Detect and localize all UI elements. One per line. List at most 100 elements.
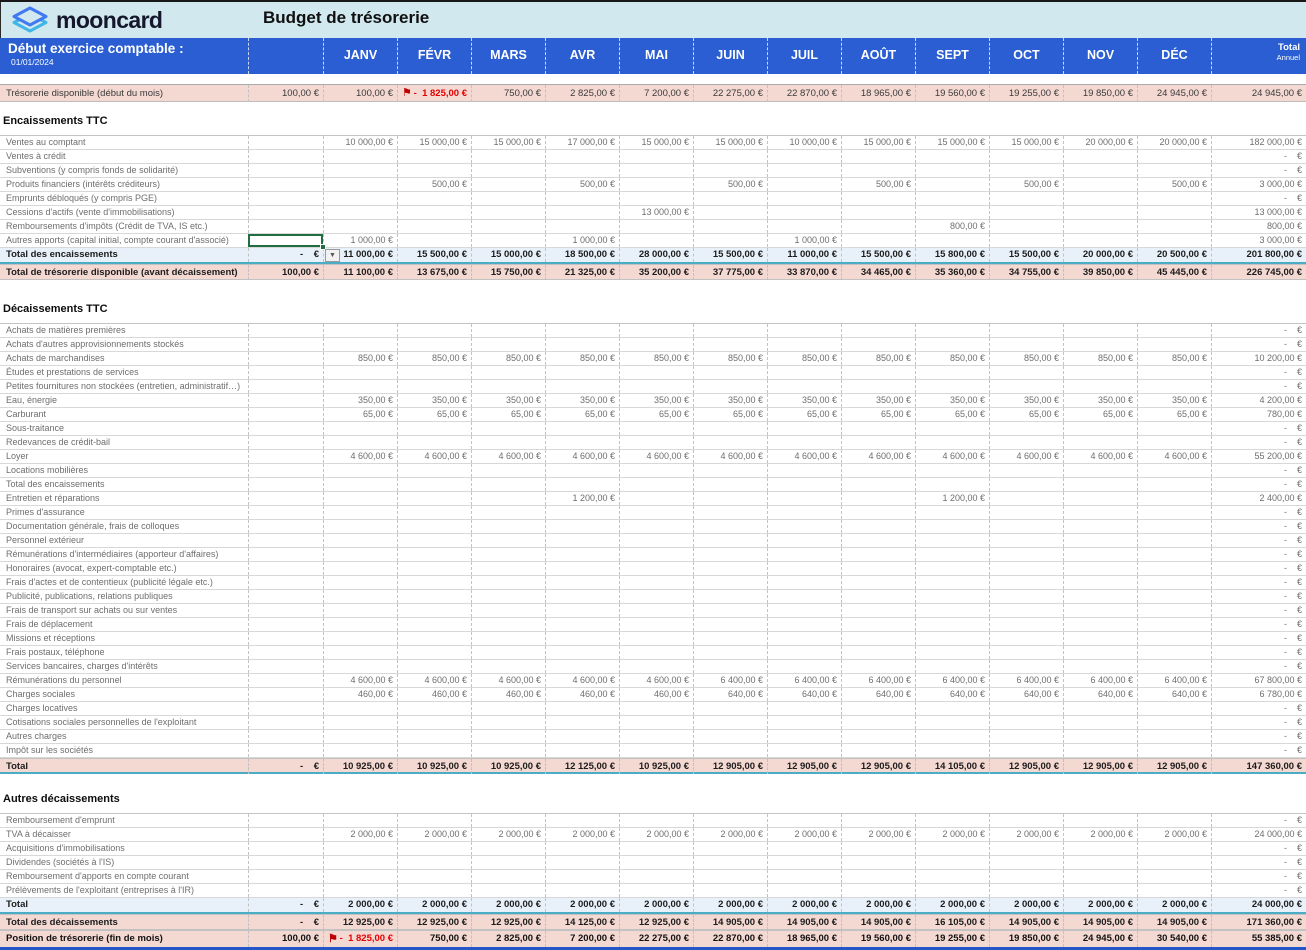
value-cell[interactable] xyxy=(841,234,915,247)
value-cell[interactable]: 12 905,00 € xyxy=(693,759,767,774)
value-cell[interactable] xyxy=(767,576,841,589)
value-cell[interactable] xyxy=(1137,234,1211,247)
value-cell[interactable] xyxy=(619,164,693,177)
value-cell[interactable]: 4 600,00 € xyxy=(619,450,693,463)
row-label-cell[interactable]: Acquisitions d'immobilisations xyxy=(0,842,248,855)
value-cell[interactable]: 4 600,00 € xyxy=(545,450,619,463)
dropdown-button[interactable]: ▼ xyxy=(325,249,340,262)
value-cell[interactable]: 4 600,00 € xyxy=(1137,450,1211,463)
value-cell[interactable] xyxy=(841,520,915,533)
row-label-cell[interactable]: Total xyxy=(0,898,248,912)
value-cell[interactable]: 15 500,00 € xyxy=(397,248,471,262)
column-header-6[interactable]: JUIN xyxy=(693,38,767,74)
value-cell[interactable] xyxy=(545,562,619,575)
value-cell[interactable]: 2 000,00 € xyxy=(323,828,397,841)
value-cell[interactable]: 15 500,00 € xyxy=(989,248,1063,262)
value-cell[interactable] xyxy=(1063,234,1137,247)
value-cell[interactable] xyxy=(619,842,693,855)
value-cell[interactable] xyxy=(1137,520,1211,533)
row-label-cell[interactable]: TVA à décaisser xyxy=(0,828,248,841)
value-cell[interactable] xyxy=(545,464,619,477)
value-cell[interactable] xyxy=(397,478,471,491)
value-cell[interactable] xyxy=(471,716,545,729)
value-cell[interactable] xyxy=(545,618,619,631)
value-cell[interactable] xyxy=(619,660,693,673)
value-cell[interactable]: - € xyxy=(1211,534,1306,547)
value-cell[interactable] xyxy=(545,520,619,533)
value-cell[interactable]: 4 600,00 € xyxy=(989,450,1063,463)
value-cell[interactable] xyxy=(989,604,1063,617)
value-cell[interactable] xyxy=(619,604,693,617)
value-cell[interactable] xyxy=(471,534,545,547)
value-cell[interactable] xyxy=(915,520,989,533)
section-heading[interactable]: Décaissements TTC xyxy=(3,303,1306,316)
value-cell[interactable] xyxy=(619,534,693,547)
value-cell[interactable] xyxy=(323,220,397,233)
value-cell[interactable]: 4 600,00 € xyxy=(841,450,915,463)
value-cell[interactable] xyxy=(323,660,397,673)
value-cell[interactable] xyxy=(397,590,471,603)
value-cell[interactable]: 640,00 € xyxy=(989,688,1063,701)
value-cell[interactable]: 65,00 € xyxy=(989,408,1063,421)
value-cell[interactable] xyxy=(693,492,767,505)
value-cell[interactable] xyxy=(248,814,323,827)
row-label-cell[interactable]: Frais de transport sur achats ou sur ven… xyxy=(0,604,248,617)
value-cell[interactable] xyxy=(545,730,619,743)
value-cell[interactable] xyxy=(545,534,619,547)
value-cell[interactable]: 24 945,00 € xyxy=(1137,85,1211,102)
row-label-cell[interactable]: Cotisations sociales personnelles de l'e… xyxy=(0,716,248,729)
value-cell[interactable]: 65,00 € xyxy=(1063,408,1137,421)
value-cell[interactable]: 15 000,00 € xyxy=(915,136,989,149)
value-cell[interactable] xyxy=(397,192,471,205)
value-cell[interactable] xyxy=(989,702,1063,715)
value-cell[interactable] xyxy=(397,604,471,617)
value-cell[interactable] xyxy=(915,716,989,729)
value-cell[interactable] xyxy=(989,884,1063,897)
value-cell[interactable] xyxy=(1137,884,1211,897)
value-cell[interactable] xyxy=(248,618,323,631)
value-cell[interactable] xyxy=(323,478,397,491)
value-cell[interactable]: 15 750,00 € xyxy=(471,265,545,280)
value-cell[interactable] xyxy=(1063,192,1137,205)
value-cell[interactable] xyxy=(471,192,545,205)
value-cell[interactable] xyxy=(619,380,693,393)
row-label-cell[interactable]: Total des décaissements xyxy=(0,915,248,930)
value-cell[interactable] xyxy=(545,744,619,757)
row-label-cell[interactable]: Rémunérations du personnel xyxy=(0,674,248,687)
value-cell[interactable] xyxy=(693,150,767,163)
value-cell[interactable] xyxy=(1063,534,1137,547)
value-cell[interactable] xyxy=(1137,164,1211,177)
value-cell[interactable] xyxy=(397,464,471,477)
value-cell[interactable]: 460,00 € xyxy=(397,688,471,701)
value-cell[interactable]: 15 000,00 € xyxy=(471,248,545,262)
value-cell[interactable] xyxy=(248,646,323,659)
value-cell[interactable]: 15 500,00 € xyxy=(693,248,767,262)
value-cell[interactable]: - € xyxy=(1211,436,1306,449)
row-label-cell[interactable]: Remboursement d'apports en compte couran… xyxy=(0,870,248,883)
value-cell[interactable]: 100,00 € xyxy=(248,931,323,947)
value-cell[interactable] xyxy=(1063,422,1137,435)
value-cell[interactable] xyxy=(323,884,397,897)
value-cell[interactable]: 30 540,00 € xyxy=(1137,931,1211,947)
value-cell[interactable] xyxy=(471,660,545,673)
value-cell[interactable] xyxy=(915,324,989,337)
value-cell[interactable] xyxy=(545,338,619,351)
value-cell[interactable] xyxy=(693,646,767,659)
value-cell[interactable] xyxy=(1063,506,1137,519)
value-cell[interactable] xyxy=(989,534,1063,547)
value-cell[interactable]: 6 400,00 € xyxy=(841,674,915,687)
value-cell[interactable] xyxy=(841,366,915,379)
row-label-cell[interactable]: Total de trésorerie disponible (avant dé… xyxy=(0,265,248,280)
value-cell[interactable] xyxy=(841,534,915,547)
value-cell[interactable] xyxy=(619,178,693,191)
row-label-cell[interactable]: Achats d'autres approvisionnements stock… xyxy=(0,338,248,351)
value-cell[interactable]: 2 000,00 € xyxy=(989,898,1063,912)
value-cell[interactable] xyxy=(471,422,545,435)
value-cell[interactable]: 18 965,00 € xyxy=(841,85,915,102)
value-cell[interactable] xyxy=(471,884,545,897)
value-cell[interactable]: 500,00 € xyxy=(989,178,1063,191)
value-cell[interactable] xyxy=(693,884,767,897)
value-cell[interactable]: 2 000,00 € xyxy=(545,898,619,912)
row-label-cell[interactable]: Sous-traitance xyxy=(0,422,248,435)
value-cell[interactable] xyxy=(1063,884,1137,897)
